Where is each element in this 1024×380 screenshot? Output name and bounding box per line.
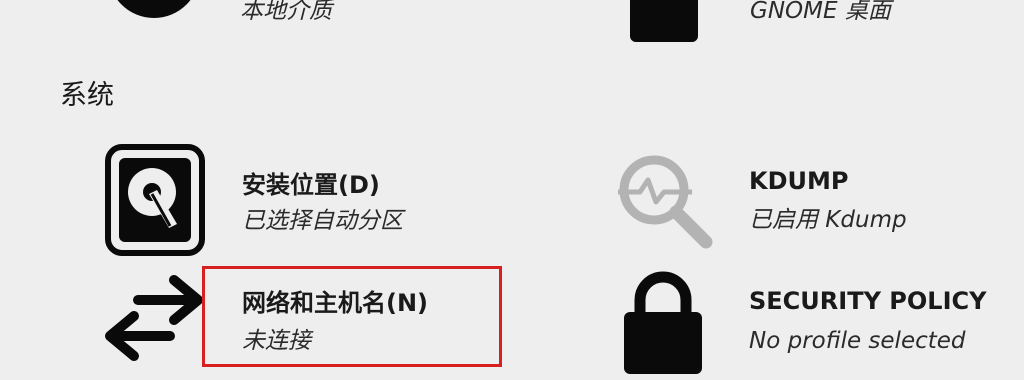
disc-icon bbox=[117, 0, 191, 18]
kdump-title: KDUMP bbox=[749, 167, 849, 195]
software-selection-status: GNOME 桌面 bbox=[750, 0, 891, 24]
local-media-spoke[interactable]: 本地介质 bbox=[100, 0, 520, 40]
annotation-highlight-box bbox=[202, 266, 502, 367]
security-policy-spoke[interactable]: SECURITY POLICY No profile selected bbox=[612, 268, 1012, 376]
software-selection-spoke[interactable]: GNOME 桌面 bbox=[620, 0, 1000, 44]
installation-destination-spoke[interactable]: 安装位置(D) 已选择自动分区 bbox=[105, 144, 505, 256]
local-media-status: 本地介质 bbox=[240, 0, 332, 24]
package-icon bbox=[630, 0, 698, 42]
security-policy-status: No profile selected bbox=[749, 328, 966, 354]
section-heading-system: 系统 bbox=[60, 80, 114, 111]
lock-icon bbox=[624, 271, 702, 374]
installation-destination-title: 安装位置(D) bbox=[242, 171, 380, 199]
kdump-spoke[interactable]: KDUMP 已启用 Kdump bbox=[612, 148, 1002, 252]
network-arrows-icon bbox=[105, 275, 203, 361]
security-policy-title: SECURITY POLICY bbox=[749, 287, 987, 315]
search-icon bbox=[618, 155, 713, 249]
installation-destination-status: 已选择自动分区 bbox=[242, 208, 403, 234]
installation-summary: 本地介质 GNOME 桌面 系统 安装位置(D) 已选择自动分区 KDUMP 已… bbox=[0, 0, 1024, 380]
harddisk-icon bbox=[105, 144, 205, 256]
kdump-status: 已启用 Kdump bbox=[749, 207, 907, 233]
